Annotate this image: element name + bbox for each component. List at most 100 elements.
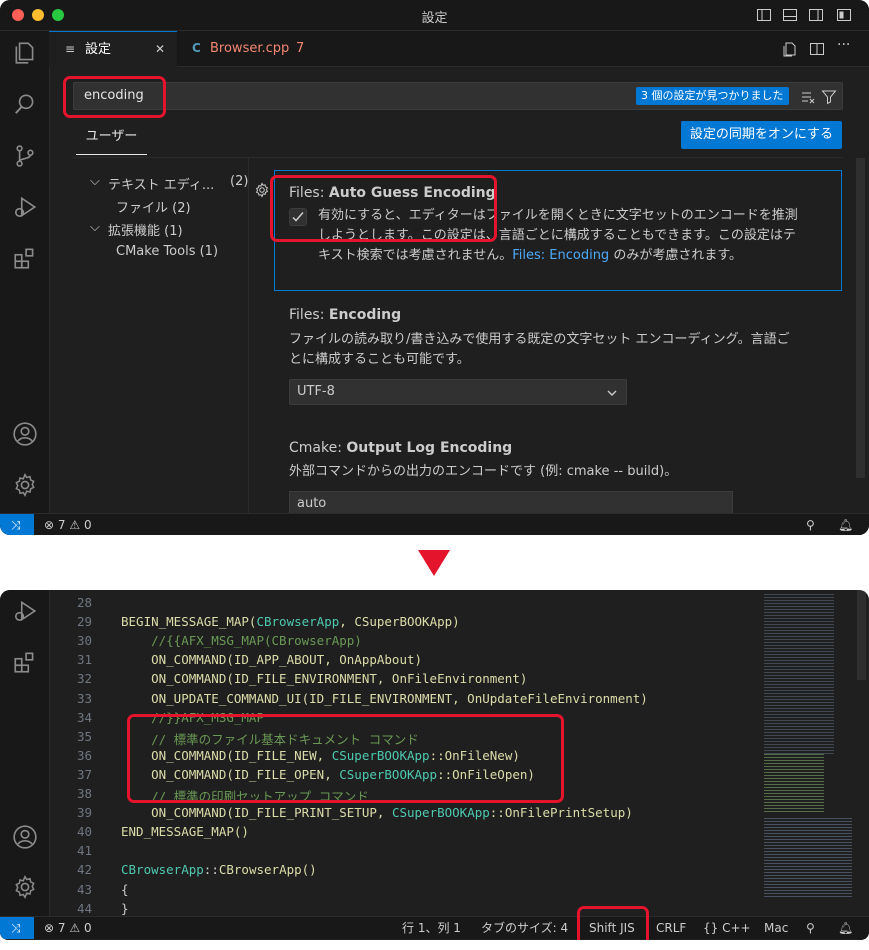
code-line[interactable]: CBrowserApp::CBrowserApp() [121, 862, 317, 877]
toc-item-text-editor[interactable]: ⌵ テキスト エディ... (2) [90, 174, 248, 193]
tab-problem-count: 7 [296, 41, 305, 56]
warning-icon: ⚠ [69, 921, 81, 935]
header-divider [73, 157, 843, 158]
code-line[interactable]: ON_COMMAND(ID_APP_ABOUT, OnAppAbout) [121, 652, 422, 667]
errors-indicator[interactable]: ⊗ 7 ⚠ 0 [44, 917, 92, 939]
files-encoding-link[interactable]: Files: Encoding [512, 248, 609, 263]
search-result-count-badge: 3 個の設定が見つかりました [636, 87, 789, 105]
cpp-file-icon: C [192, 41, 201, 55]
split-editor-icon[interactable] [809, 41, 825, 57]
settings-file-icon: ≡ [65, 42, 76, 56]
notifications-bell-icon[interactable]: 🔔︎ [838, 917, 853, 939]
copilot-icon[interactable]: ⚲ [806, 917, 815, 939]
toc-item-extensions[interactable]: ⌵ 拡張機能 (1) [90, 220, 183, 239]
error-count: 7 [57, 921, 66, 935]
editor-scrollbar[interactable] [857, 590, 866, 680]
errors-indicator[interactable]: ⊗ 7 ⚠ 0 [44, 514, 92, 535]
tab-settings-label: 設定 [85, 42, 112, 57]
cursor-position[interactable]: 行 1、列 1 [402, 917, 461, 939]
code-line[interactable]: ON_COMMAND(ID_FILE_PRINT_SETUP, CSuperBO… [121, 805, 633, 820]
source-control-icon[interactable] [12, 143, 38, 169]
minimap[interactable] [762, 590, 856, 916]
account-icon[interactable] [12, 421, 38, 447]
clear-filter-icon[interactable] [800, 89, 816, 105]
code-line[interactable]: { [121, 882, 129, 897]
toggle-panel-icon[interactable] [782, 7, 798, 23]
language-mode[interactable]: {} C++ [703, 917, 751, 939]
explorer-icon[interactable] [12, 40, 38, 66]
line-number: 38 [76, 786, 92, 801]
output-log-encoding-input[interactable]: auto [289, 491, 733, 513]
braces-icon: {} [703, 921, 719, 935]
minimap-code-block [764, 818, 852, 898]
tab-settings[interactable]: ≡ 設定 ✕ [49, 31, 177, 67]
desc-text: キスト検索では考慮されません。 [318, 248, 513, 263]
code-token: //{{AFX_MSG_MAP(CBrowserApp) [121, 633, 362, 649]
code-line[interactable]: ON_COMMAND(ID_FILE_ENVIRONMENT, OnFileEn… [121, 671, 527, 686]
line-number: 44 [76, 900, 92, 916]
setting-title-output-log-encoding: Cmake: Output Log Encoding [289, 440, 512, 456]
remote-indicator[interactable]: ⤨ [0, 917, 34, 939]
line-number: 42 [76, 862, 92, 878]
toc-item-text-editor-count: (2) [230, 174, 249, 189]
code-token: CBrowserApp() [218, 862, 317, 878]
error-count: 7 [57, 518, 66, 532]
toc-item-files[interactable]: ファイル (2) [116, 197, 191, 216]
line-number: 40 [76, 824, 92, 840]
run-debug-icon[interactable] [12, 194, 38, 220]
line-number: 36 [76, 747, 92, 763]
code-line[interactable]: ON_UPDATE_COMMAND_UI(ID_FILE_ENVIRONMENT… [121, 691, 648, 706]
toc-item-text-editor-label: テキスト エディ... [108, 178, 215, 193]
toggle-sidebar-icon[interactable] [756, 7, 772, 23]
code-token: BEGIN_MESSAGE_MAP( [121, 614, 257, 630]
desc-line: とに構成することも可能です。 [289, 352, 470, 367]
code-line[interactable]: BEGIN_MESSAGE_MAP(CBrowserApp, CSuperBOO… [121, 614, 460, 629]
code-line[interactable]: //{{AFX_MSG_MAP(CBrowserApp) [121, 633, 362, 648]
highlight-search-box [63, 76, 166, 118]
copilot-icon[interactable]: ⚲ [806, 514, 815, 535]
toc-item-cmake-tools[interactable]: CMake Tools (1) [116, 244, 218, 259]
tab-close-icon[interactable]: ✕ [155, 32, 165, 67]
search-icon[interactable] [12, 91, 38, 117]
error-icon: ⊗ [44, 518, 55, 532]
chevron-down-icon: ⌵ [90, 220, 100, 235]
settings-search-box[interactable]: encoding 3 個の設定が見つかりました [73, 82, 843, 110]
remote-icon: ⤨ [11, 518, 21, 532]
code-line[interactable]: END_MESSAGE_MAP() [121, 824, 249, 839]
toggle-secondary-sidebar-icon[interactable] [808, 7, 824, 23]
line-number: 31 [76, 652, 92, 668]
manage-gear-icon[interactable] [12, 472, 38, 498]
desc-text: のみが考慮されます。 [609, 248, 743, 263]
select-value: UTF-8 [297, 384, 335, 399]
chevron-down-icon [607, 390, 617, 396]
tab-browser-cpp[interactable]: C Browser.cpp 7 [178, 31, 334, 66]
input-value: auto [297, 496, 327, 511]
remote-icon: ⤨ [11, 921, 21, 935]
window-title: 設定 [421, 11, 448, 26]
platform-indicator[interactable]: Mac [764, 917, 788, 939]
setting-gear-icon[interactable] [254, 182, 270, 198]
remote-indicator[interactable]: ⤨ [0, 514, 34, 535]
customize-layout-icon[interactable] [836, 7, 852, 23]
end-of-line[interactable]: CRLF [656, 917, 686, 939]
line-number: 29 [76, 614, 92, 630]
open-settings-json-icon[interactable] [782, 41, 798, 57]
line-number: 33 [76, 690, 92, 706]
code-token: :: [203, 862, 219, 878]
filter-icon[interactable] [821, 89, 837, 105]
tab-user-scope[interactable]: ユーザー [76, 126, 147, 155]
line-number: 30 [76, 633, 92, 649]
code-line[interactable]: } [121, 901, 129, 916]
code-token: ON_COMMAND(ID_APP_ABOUT, OnAppAbout) [121, 652, 423, 668]
language-label: C++ [722, 921, 751, 935]
settings-scrollbar[interactable] [856, 158, 865, 478]
code-token: ::OnFilePrintSetup) [489, 805, 633, 821]
tab-browser-label: Browser.cpp [210, 41, 290, 56]
extensions-icon[interactable] [12, 245, 38, 271]
more-actions-icon[interactable]: ··· [837, 37, 850, 53]
turn-on-settings-sync-button[interactable]: 設定の同期をオンにする [681, 121, 842, 149]
files-encoding-select[interactable]: UTF-8 [289, 379, 627, 405]
warning-icon: ⚠ [69, 518, 81, 532]
indentation-setting[interactable]: タブのサイズ: 4 [481, 917, 568, 939]
notifications-bell-icon[interactable]: 🔔︎ [838, 514, 853, 535]
